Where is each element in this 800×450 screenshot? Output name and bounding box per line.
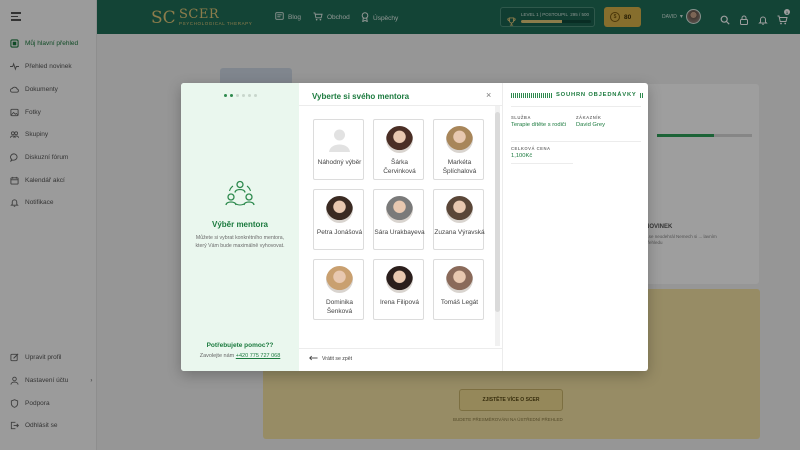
mentor-card[interactable]: Petra Jonášová (313, 189, 364, 250)
total-value: 1,100Kč (511, 153, 533, 159)
summary-title: SOUHRN OBJEDNÁVKY (556, 92, 637, 98)
mentor-card[interactable]: Tomáš Legát (433, 259, 484, 320)
mentor-name: Tomáš Legát (440, 299, 479, 306)
total-label: CELKOVÁ CENA (511, 146, 551, 151)
step-dot (230, 94, 233, 97)
help-phone-link[interactable]: +420 775 727 068 (236, 353, 281, 359)
step-dot (242, 94, 245, 97)
step-description: Můžete si vybrat konkrétního mentora, kt… (195, 235, 285, 250)
step-indicator (224, 94, 257, 97)
mentor-name: Markéta Šplíchalová (442, 159, 477, 175)
back-button[interactable]: Vrátit se zpět (309, 355, 352, 363)
summary-header: SOUHRN OBJEDNÁVKY (511, 92, 643, 98)
mentor-card[interactable]: Irena Filipová (373, 259, 424, 320)
step-dot (254, 94, 257, 97)
dashed-line-icon (511, 92, 553, 98)
mentor-card[interactable]: Sára Urakbayeva (373, 189, 425, 250)
mentor-card[interactable]: Zuzana Výravská (433, 189, 485, 250)
mentor-photo (446, 126, 473, 153)
step-dot (236, 94, 239, 97)
mentor-card[interactable]: Šárka Červinková (373, 119, 424, 180)
mentor-card[interactable]: Náhodný výběr (313, 119, 364, 180)
mentor-card[interactable]: Dominika Šenková (313, 259, 364, 320)
mentor-photo (446, 196, 473, 223)
arrow-left-icon (309, 355, 318, 363)
scrollbar[interactable] (495, 106, 500, 346)
mentor-name: Irena Filipová (379, 299, 420, 306)
mentor-selection-modal: Výběr mentora Můžete si vybrat konkrétní… (181, 83, 648, 371)
modal-title: Vyberte si svého mentora (312, 92, 410, 101)
step-title: Výběr mentora (211, 220, 269, 229)
user-placeholder-icon (326, 126, 353, 153)
mentor-name: Náhodný výběr (317, 159, 362, 166)
help-contact: Zavolejte nám +420 775 727 068 (199, 353, 281, 359)
mentor-photo (326, 266, 353, 293)
help-title: Potřebujete pomoc?? (206, 342, 274, 349)
customer-value: David Grey (576, 122, 605, 128)
mentor-photo (446, 266, 473, 293)
mentor-name: Petra Jonášová (316, 229, 363, 236)
mentor-name: Dominika Šenková (325, 299, 354, 315)
mentor-name: Sára Urakbayeva (374, 229, 425, 236)
close-icon[interactable]: × (486, 90, 491, 100)
step-dot (248, 94, 251, 97)
mentor-card[interactable]: Markéta Šplíchalová (433, 119, 484, 180)
mentor-name: Zuzana Výravská (434, 229, 485, 236)
mentor-photo (326, 196, 353, 223)
step-dot (224, 94, 227, 97)
mentor-photo (386, 126, 413, 153)
service-value: Terapie dítěte s rodiči (511, 122, 567, 128)
customer-label: ZÁKAZNÍK (576, 115, 602, 120)
mentor-group-icon (225, 180, 255, 208)
mentor-photo (386, 266, 413, 293)
mentor-name: Šárka Červinková (383, 159, 416, 175)
modal-step-panel: Výběr mentora Můžete si vybrat konkrétní… (181, 83, 299, 371)
mentor-list-panel: Vyberte si svého mentora × Náhodný výběr… (299, 83, 503, 371)
order-summary-panel: SOUHRN OBJEDNÁVKY SLUŽBA Terapie dítěte … (503, 83, 648, 371)
mentor-photo (386, 196, 413, 223)
service-label: SLUŽBA (511, 115, 531, 120)
